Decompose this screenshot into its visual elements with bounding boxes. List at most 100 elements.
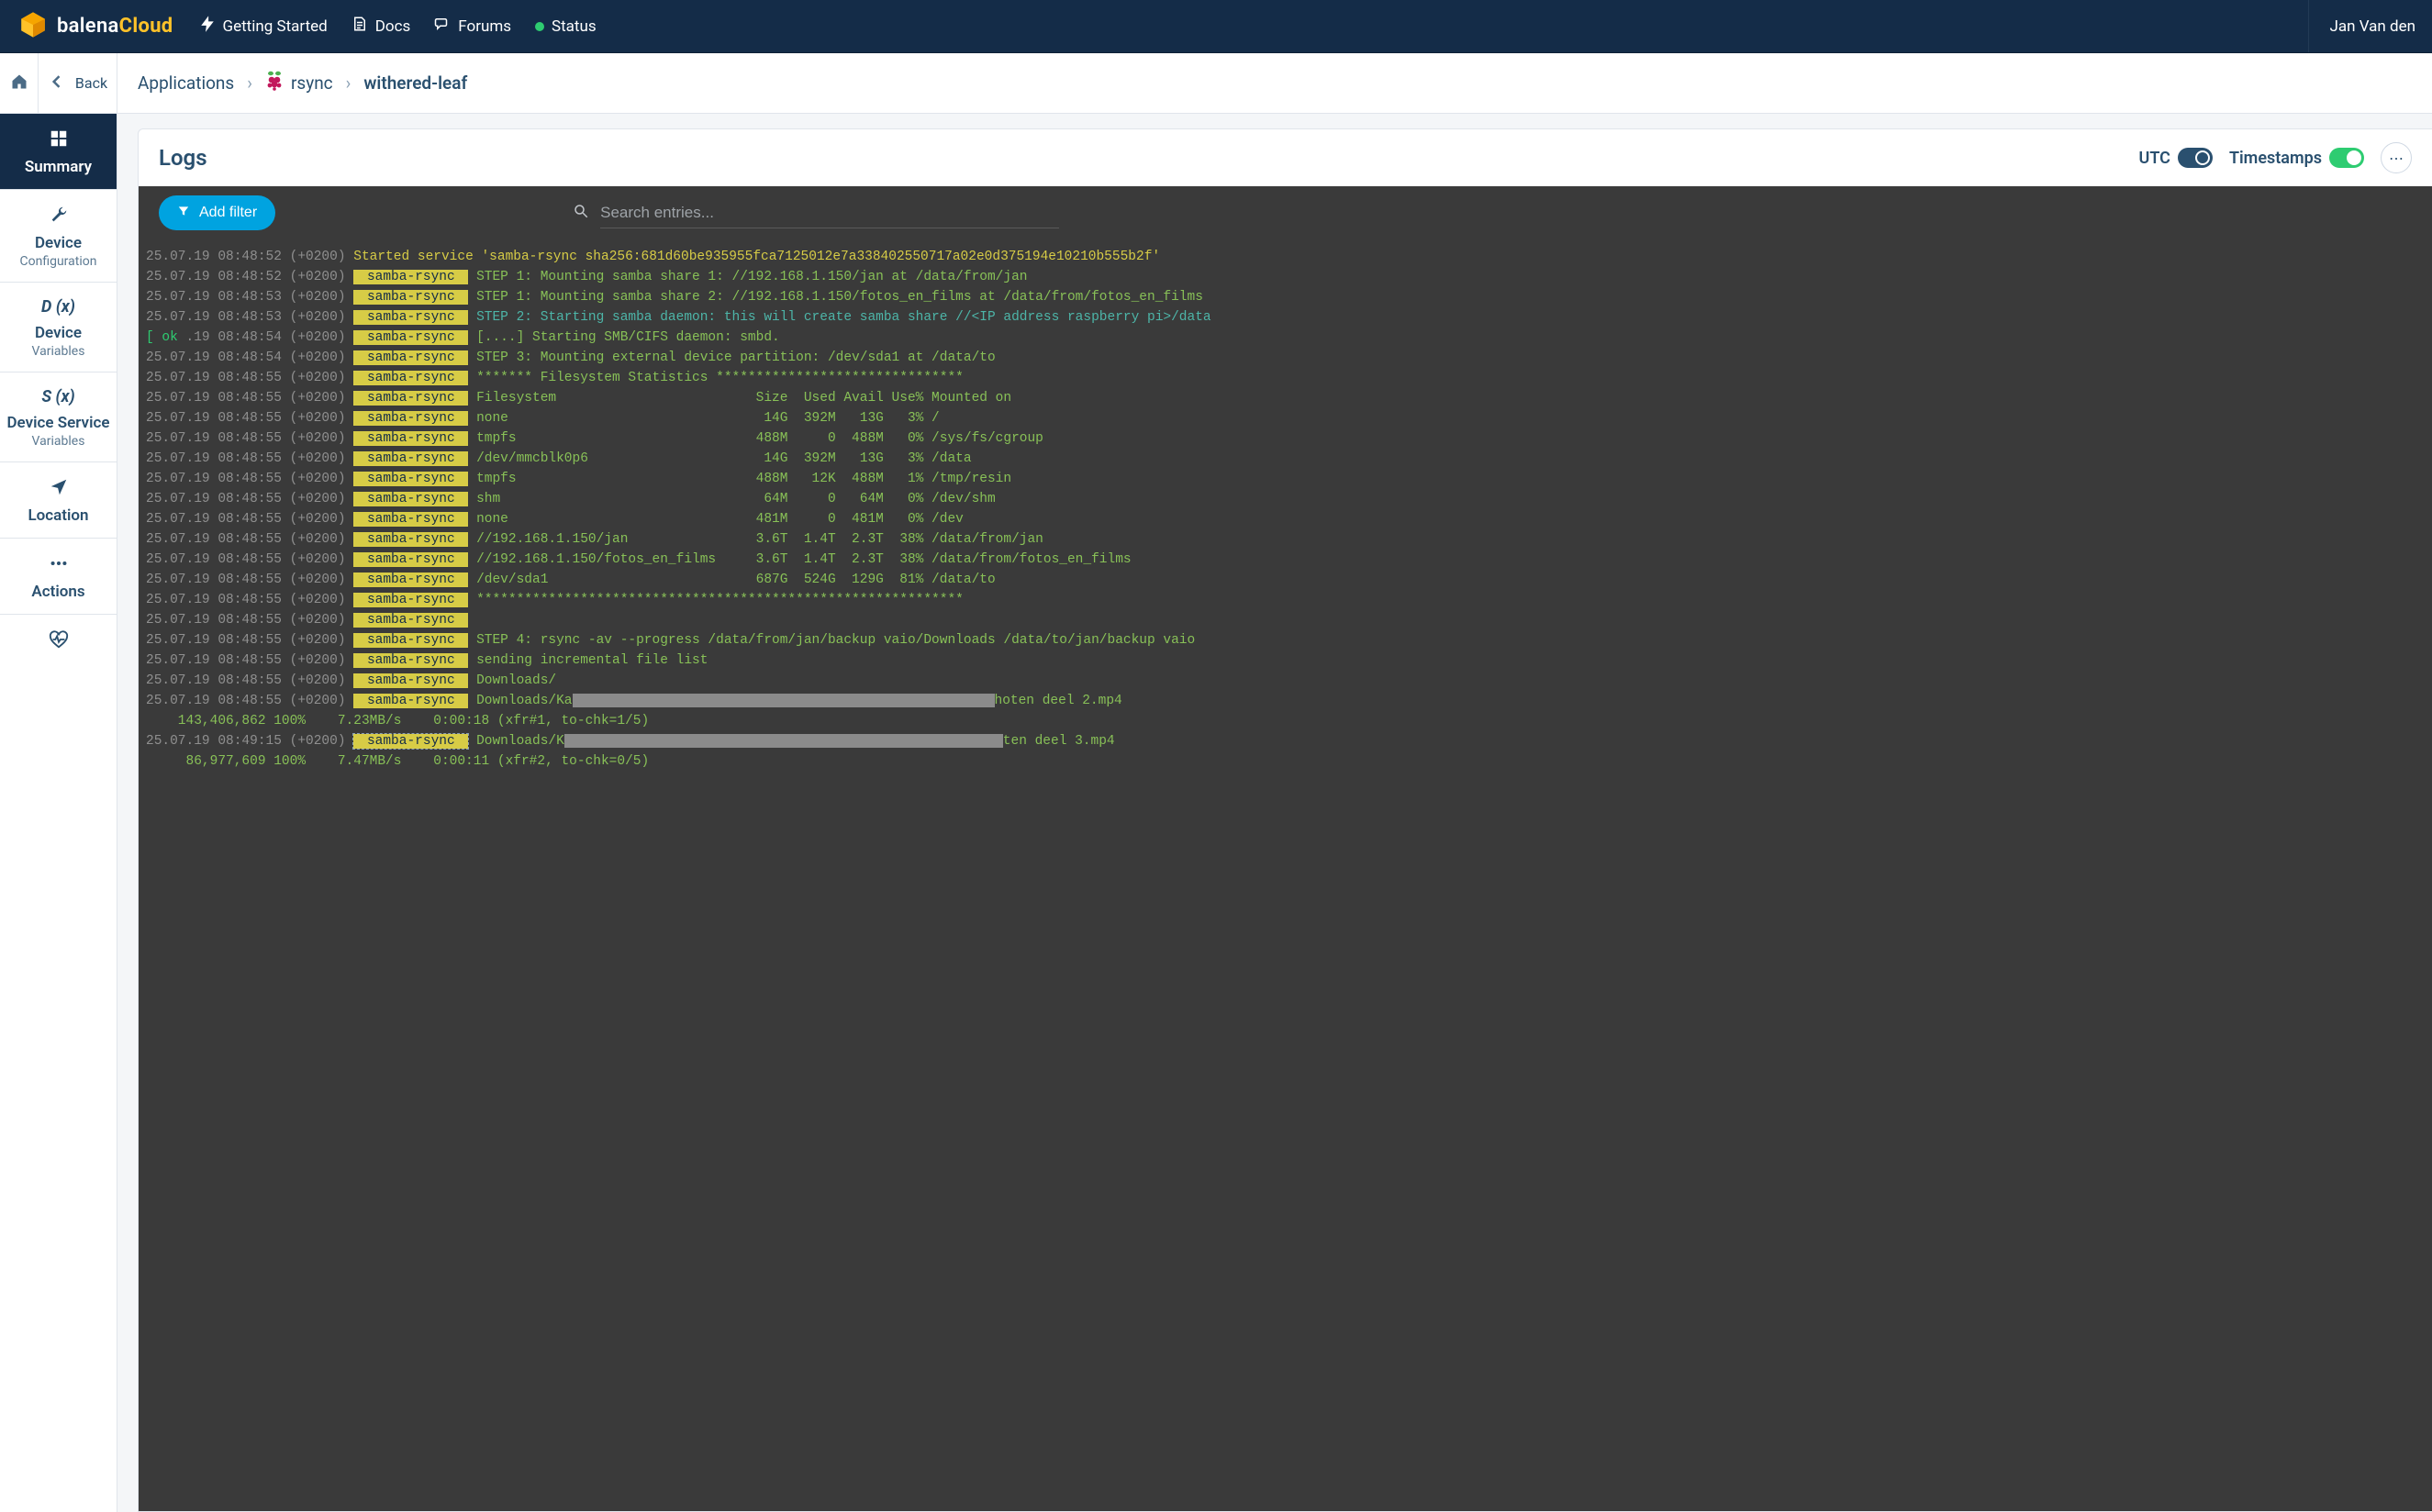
sidebar-item-label: Summary	[25, 158, 92, 176]
app-header: balenaCloud Getting Started Docs Foru	[0, 0, 2432, 53]
content: Logs UTC Timestamps ⋯	[117, 114, 2432, 1512]
breadcrumb: Applications › rsync › withered-leaf	[117, 53, 467, 113]
crumb-app[interactable]: rsync	[265, 71, 333, 95]
sidebar-item-location[interactable]: Location	[0, 462, 117, 539]
search-input[interactable]	[600, 198, 1059, 228]
log-line: 25.07.19 08:48:55 (+0200) samba-rsync	[146, 610, 2425, 630]
sidebar-item-summary[interactable]: Summary	[0, 114, 117, 190]
add-filter-button[interactable]: Add filter	[159, 195, 275, 230]
brand-logo[interactable]: balenaCloud	[18, 10, 173, 43]
sidebar: Summary Device Configuration D (x) Devic…	[0, 114, 117, 1512]
timestamps-label: Timestamps	[2229, 149, 2322, 168]
log-line: 25.07.19 08:48:55 (+0200) samba-rsync sh…	[146, 489, 2425, 509]
sidebar-item-label: Device Service	[6, 414, 109, 432]
logs-stream[interactable]: 25.07.19 08:48:52 (+0200) Started servic…	[139, 239, 2432, 1511]
log-line: 25.07.19 08:48:55 (+0200) samba-rsync /d…	[146, 449, 2425, 469]
log-line: 25.07.19 08:48:54 (+0200) samba-rsync ST…	[146, 348, 2425, 368]
log-line: 25.07.19 08:48:55 (+0200) samba-rsync //…	[146, 529, 2425, 550]
header-left: balenaCloud Getting Started Docs Foru	[18, 10, 597, 43]
log-line: 25.07.19 08:48:55 (+0200) samba-rsync **…	[146, 368, 2425, 388]
grid-icon	[49, 128, 69, 152]
location-arrow-icon	[49, 477, 69, 501]
nav-getting-started-label: Getting Started	[223, 17, 328, 36]
add-filter-label: Add filter	[199, 205, 257, 221]
sidebar-item-sublabel: Variables	[32, 434, 85, 449]
sidebar-item-actions[interactable]: Actions	[0, 539, 117, 615]
log-line: 25.07.19 08:49:15 (+0200) samba-rsync Do…	[146, 731, 2425, 751]
sidebar-item-device-config[interactable]: Device Configuration	[0, 190, 117, 283]
log-line: 25.07.19 08:48:55 (+0200) samba-rsync se…	[146, 650, 2425, 671]
nav-getting-started[interactable]: Getting Started	[199, 16, 328, 37]
back-button[interactable]: Back	[39, 53, 117, 113]
log-line: 25.07.19 08:48:55 (+0200) samba-rsync no…	[146, 408, 2425, 428]
log-line: 25.07.19 08:48:55 (+0200) samba-rsync //…	[146, 550, 2425, 570]
log-line: 25.07.19 08:48:55 (+0200) samba-rsync tm…	[146, 469, 2425, 489]
log-line: 25.07.19 08:48:55 (+0200) samba-rsync /d…	[146, 570, 2425, 590]
sidebar-item-device-service-vars[interactable]: S (x) Device Service Variables	[0, 372, 117, 462]
wrench-icon	[49, 205, 69, 228]
log-line: 25.07.19 08:48:53 (+0200) samba-rsync ST…	[146, 287, 2425, 307]
crumb-applications[interactable]: Applications	[138, 72, 234, 94]
crumb-app-label: rsync	[291, 72, 333, 94]
utc-label: UTC	[2139, 149, 2170, 168]
home-button[interactable]	[0, 53, 39, 113]
sidebar-item-sublabel: Configuration	[20, 254, 97, 269]
timestamps-toggle[interactable]: Timestamps	[2229, 148, 2364, 168]
status-dot-icon	[535, 22, 544, 31]
main: Summary Device Configuration D (x) Devic…	[0, 114, 2432, 1512]
user-menu[interactable]: Jan Van den	[2308, 0, 2415, 52]
log-line: [ ok .19 08:48:54 (+0200) samba-rsync [.…	[146, 328, 2425, 348]
nav-docs[interactable]: Docs	[351, 16, 411, 37]
log-line: 25.07.19 08:48:53 (+0200) samba-rsync ST…	[146, 307, 2425, 328]
log-line: 25.07.19 08:48:55 (+0200) samba-rsync no…	[146, 509, 2425, 529]
balena-logo-icon	[18, 10, 48, 43]
log-line: 143,406,862 100% 7.23MB/s 0:00:18 (xfr#1…	[146, 711, 2425, 731]
docs-icon	[351, 16, 368, 37]
chevron-icon: ⋯	[2389, 150, 2404, 167]
forums-icon	[434, 16, 451, 37]
logs-controls: UTC Timestamps ⋯	[2139, 142, 2412, 173]
logs-panel-head: Logs UTC Timestamps ⋯	[139, 129, 2432, 186]
chevron-left-icon	[48, 72, 66, 94]
brand-name: balenaCloud	[57, 15, 173, 38]
search-wrap	[573, 198, 1059, 228]
back-label: Back	[75, 74, 107, 92]
filter-icon	[177, 205, 190, 222]
sidebar-item-label: Location	[28, 506, 88, 525]
log-line: 86,977,609 100% 7.47MB/s 0:00:11 (xfr#2,…	[146, 751, 2425, 772]
dx-icon: D (x)	[41, 297, 75, 317]
nav-forums[interactable]: Forums	[434, 16, 511, 37]
nav-docs-label: Docs	[375, 17, 411, 36]
crumb-device[interactable]: withered-leaf	[363, 72, 467, 94]
search-icon	[573, 203, 589, 223]
nav-status[interactable]: Status	[535, 17, 597, 36]
home-icon	[10, 72, 28, 94]
nav-forums-label: Forums	[458, 17, 511, 36]
log-line: 25.07.19 08:48:55 (+0200) samba-rsync Fi…	[146, 388, 2425, 408]
sx-icon: S (x)	[41, 387, 74, 406]
sidebar-item-label: Device	[35, 324, 82, 342]
chevron-right-icon: ›	[247, 72, 252, 94]
log-line: 25.07.19 08:48:55 (+0200) samba-rsync **…	[146, 590, 2425, 610]
bolt-icon	[199, 16, 216, 37]
raspberry-pi-icon	[265, 71, 284, 95]
toggle-switch[interactable]	[2178, 148, 2213, 168]
logs-toolbar: Add filter	[139, 186, 2432, 239]
utc-toggle[interactable]: UTC	[2139, 148, 2213, 168]
log-line: 25.07.19 08:48:55 (+0200) samba-rsync ST…	[146, 630, 2425, 650]
ellipsis-icon	[49, 553, 69, 577]
logs-more-button[interactable]: ⋯	[2381, 142, 2412, 173]
header-nav: Getting Started Docs Forums Status	[199, 16, 597, 37]
log-line: 25.07.19 08:48:55 (+0200) samba-rsync Do…	[146, 671, 2425, 691]
log-line: 25.07.19 08:48:55 (+0200) samba-rsync tm…	[146, 428, 2425, 449]
logs-panel: Logs UTC Timestamps ⋯	[138, 128, 2432, 1512]
log-line: 25.07.19 08:48:52 (+0200) samba-rsync ST…	[146, 267, 2425, 287]
logs-body: Add filter 25.07.19 08:48:52 (+0200) Sta…	[139, 186, 2432, 1511]
log-line: 25.07.19 08:48:52 (+0200) Started servic…	[146, 247, 2425, 267]
chevron-right-icon: ›	[346, 72, 351, 94]
toggle-switch[interactable]	[2329, 148, 2364, 168]
sidebar-item-label: Device	[35, 234, 82, 252]
topbar: Back Applications › rsync › withered-lea…	[0, 53, 2432, 114]
sidebar-item-health[interactable]	[0, 615, 117, 666]
sidebar-item-device-vars[interactable]: D (x) Device Variables	[0, 283, 117, 372]
